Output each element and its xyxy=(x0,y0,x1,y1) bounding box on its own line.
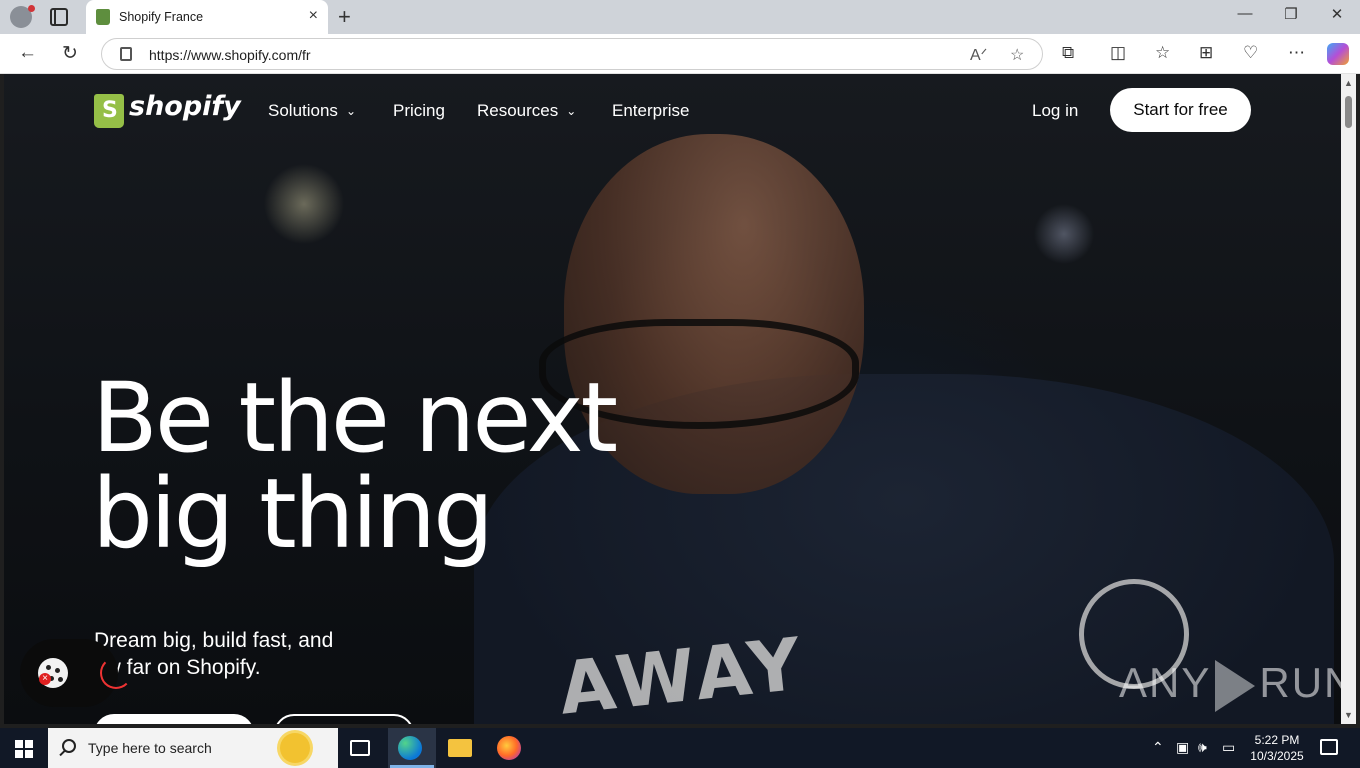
hero-subtitle-line-1: Dream big, build fast, and xyxy=(94,629,334,652)
firefox-icon[interactable] xyxy=(497,736,521,760)
start-for-free-button[interactable]: Start for free xyxy=(1110,88,1251,132)
scroll-up-arrow-icon[interactable]: ▲ xyxy=(1344,78,1353,88)
browser-toolbar: ← ↻ https://www.shopify.com/fr Aᐟ ☆ ⧉ ◫ … xyxy=(0,34,1360,74)
extensions-icon[interactable]: ⧉ xyxy=(1062,43,1074,63)
minimize-button[interactable]: — xyxy=(1230,5,1260,22)
hero-secondary-button[interactable] xyxy=(274,714,414,724)
cookie-reject-icon[interactable]: × xyxy=(39,673,51,685)
page-scrollbar[interactable]: ▲ ▼ xyxy=(1341,74,1356,724)
notification-center-icon[interactable] xyxy=(1320,739,1338,755)
browser-essentials-icon[interactable]: ♡ xyxy=(1243,43,1258,63)
hero-title: Be the next big thing xyxy=(92,362,618,570)
search-highlight-smiley-icon xyxy=(280,733,310,763)
shopify-bag-icon xyxy=(94,94,124,128)
copilot-icon[interactable] xyxy=(1327,43,1349,65)
url-text[interactable]: https://www.shopify.com/fr xyxy=(149,47,311,63)
nav-solutions-label: Solutions xyxy=(268,101,338,120)
scroll-down-arrow-icon[interactable]: ▼ xyxy=(1344,710,1353,720)
edge-browser-icon[interactable] xyxy=(398,736,422,760)
hero-title-line-2: big thing xyxy=(92,458,494,570)
tab-actions-icon[interactable] xyxy=(50,8,68,26)
network-icon[interactable]: ▭ xyxy=(1222,739,1235,756)
profile-notification-dot xyxy=(28,5,35,12)
read-aloud-icon[interactable]: Aᐟ xyxy=(970,45,987,65)
tab-title: Shopify France xyxy=(119,10,204,24)
hero-subtitle-line-2: ow far on Shopify. xyxy=(94,656,261,679)
taskbar-search-box[interactable]: Type here to search xyxy=(48,728,338,768)
settings-more-icon[interactable]: ⋯ xyxy=(1288,43,1305,63)
watermark-left: ANY xyxy=(1119,659,1212,706)
scroll-thumb[interactable] xyxy=(1345,96,1352,128)
site-info-lock-icon[interactable] xyxy=(120,47,132,61)
nav-resources-label: Resources xyxy=(477,101,559,120)
browser-tab-bar: Shopify France × + — ❐ ✕ xyxy=(0,0,1360,34)
hero-primary-button[interactable] xyxy=(94,714,254,724)
loading-ring-icon xyxy=(100,657,132,689)
split-screen-icon[interactable]: ◫ xyxy=(1110,43,1126,63)
restore-button[interactable]: ❐ xyxy=(1276,5,1306,23)
address-bar[interactable]: https://www.shopify.com/fr Aᐟ ☆ xyxy=(101,38,1043,70)
login-link[interactable]: Log in xyxy=(1032,101,1078,121)
logo-text: shopify xyxy=(129,91,241,122)
file-explorer-icon[interactable] xyxy=(448,739,472,757)
watermark-right: RUN xyxy=(1259,659,1341,706)
collections-icon[interactable]: ⊞ xyxy=(1199,43,1213,63)
chevron-down-icon: ⌄ xyxy=(566,104,577,118)
hero-subtitle: Dream big, build fast, and ow far on Sho… xyxy=(94,627,394,681)
nav-solutions[interactable]: Solutions ⌄ xyxy=(268,101,356,121)
tab-shopify-france[interactable]: Shopify France × xyxy=(86,0,328,34)
favorites-icon[interactable]: ☆ xyxy=(1155,43,1170,63)
new-tab-button[interactable]: + xyxy=(338,4,351,30)
clock-time: 5:22 PM xyxy=(1254,733,1300,747)
clock-date: 10/3/2025 xyxy=(1250,749,1304,763)
cookie-consent-widget[interactable]: × xyxy=(20,639,132,707)
show-hidden-icons-chevron-icon[interactable]: ⌃ xyxy=(1152,739,1164,756)
back-arrow-icon[interactable]: ← xyxy=(18,42,37,64)
windows-start-icon[interactable] xyxy=(15,740,33,758)
hero-title-line-1: Be the next xyxy=(92,362,618,474)
play-icon xyxy=(1215,659,1256,712)
task-view-icon[interactable] xyxy=(350,740,370,756)
system-clock[interactable]: 5:22 PM 10/3/2025 xyxy=(1244,732,1310,764)
anyrun-watermark: ANY RUN xyxy=(1119,659,1341,712)
volume-icon[interactable]: 🕪 xyxy=(1198,739,1207,756)
favorite-star-icon[interactable]: ☆ xyxy=(1010,45,1024,65)
close-window-button[interactable]: ✕ xyxy=(1322,5,1352,23)
refresh-icon[interactable]: ↻ xyxy=(62,42,78,65)
tab-close-icon[interactable]: × xyxy=(309,7,318,25)
taskbar-search-placeholder: Type here to search xyxy=(88,740,212,756)
windows-taskbar: Type here to search ⌃ ▣ 🕪 ▭ 5:22 PM 10/3… xyxy=(0,728,1360,768)
meet-now-icon[interactable]: ▣ xyxy=(1176,739,1189,756)
chevron-down-icon: ⌄ xyxy=(345,104,356,118)
nav-resources[interactable]: Resources ⌄ xyxy=(477,101,576,121)
nav-enterprise[interactable]: Enterprise xyxy=(612,101,689,121)
shopify-favicon-icon xyxy=(96,9,110,25)
page-viewport: AWAY shopify Solutions⌄ Pricing Resource… xyxy=(4,74,1341,724)
search-icon xyxy=(62,739,76,753)
nav-pricing[interactable]: Pricing xyxy=(393,101,445,121)
